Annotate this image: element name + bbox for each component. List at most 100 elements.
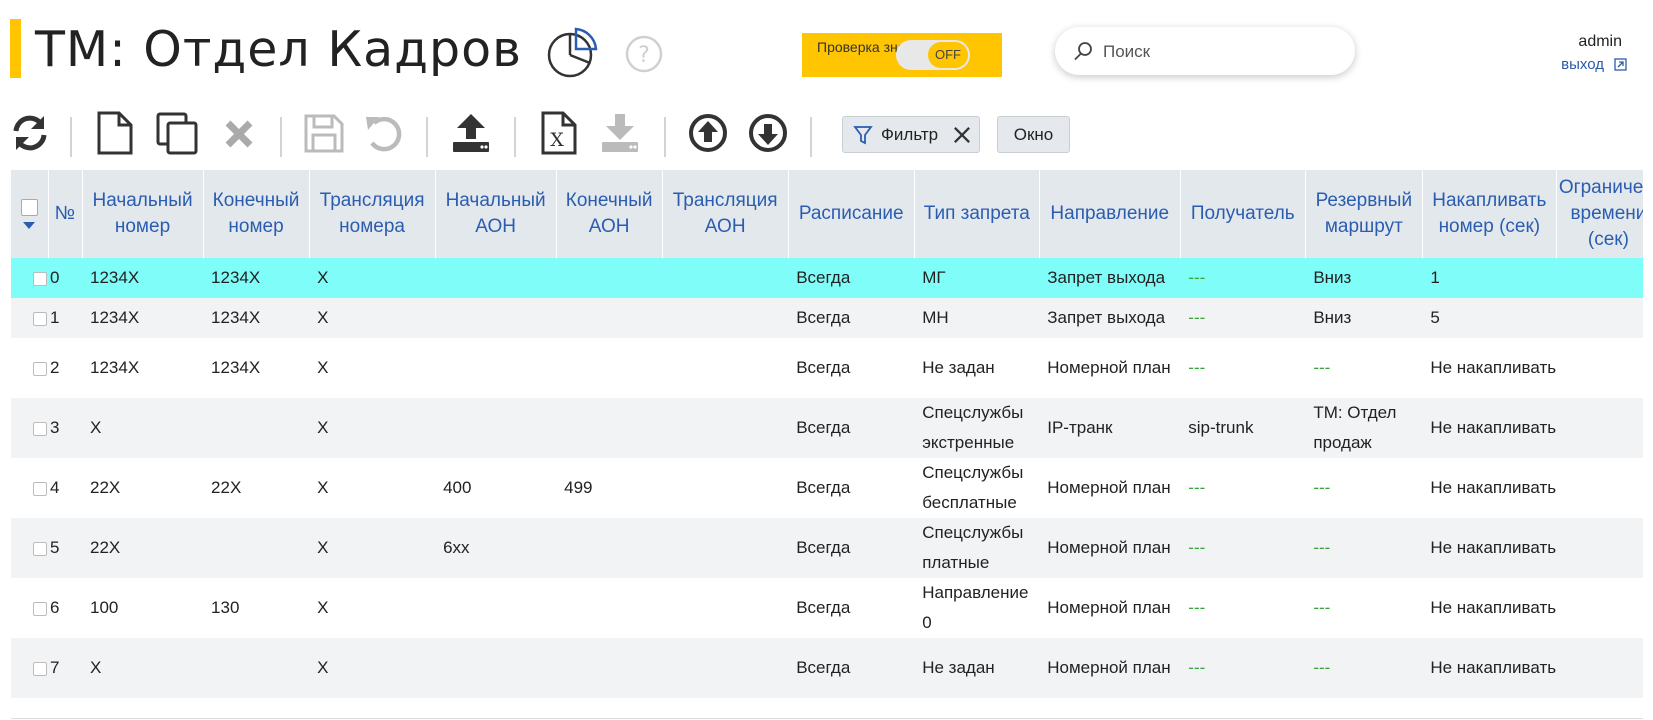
delete-record-button[interactable] bbox=[218, 111, 262, 155]
row-checkbox[interactable] bbox=[33, 271, 47, 286]
row-checkbox[interactable] bbox=[33, 421, 47, 436]
cell-direction: Номерной план bbox=[1047, 658, 1171, 677]
title-accent-bar bbox=[10, 19, 21, 78]
column-header-translation-number[interactable]: Трансляция номера bbox=[309, 170, 436, 258]
cell-start-aon bbox=[435, 338, 556, 398]
refresh-button[interactable] bbox=[8, 111, 52, 155]
cell-translation-aon bbox=[662, 338, 788, 398]
column-header-end-aon[interactable]: Конечный АОН bbox=[556, 170, 663, 258]
window-button[interactable]: Окно bbox=[997, 116, 1070, 153]
cell-start-number: 1234X bbox=[90, 358, 140, 377]
cell-limit bbox=[1556, 578, 1643, 638]
cell-backup-route: --- bbox=[1313, 658, 1331, 677]
table-row[interactable]: 4 22X 22X X 400 499 Всегда Спецслужбы бе… bbox=[11, 458, 1643, 518]
table-row[interactable]: 1 1234X 1234X X Всегда МН Запрет выхода … bbox=[11, 298, 1643, 338]
cell-direction: Номерной план bbox=[1047, 358, 1171, 377]
cell-end-number: 130 bbox=[211, 598, 240, 617]
cell-direction: Номерной план bbox=[1047, 478, 1171, 497]
column-header-limit[interactable]: Ограничение времени (сек) bbox=[1556, 170, 1643, 258]
cell-schedule: Всегда bbox=[796, 308, 851, 327]
column-header-num[interactable]: № bbox=[48, 170, 83, 258]
move-down-button[interactable] bbox=[746, 111, 790, 155]
row-checkbox[interactable] bbox=[33, 661, 47, 676]
cell-schedule: Всегда bbox=[796, 598, 851, 617]
cell-ban-type: Направление 0 bbox=[922, 583, 1029, 632]
cell-backup-route: --- bbox=[1313, 478, 1331, 497]
table-row[interactable]: 2 1234X 1234X X Всегда Не задан Номерной… bbox=[11, 338, 1643, 398]
column-header-translation-aon[interactable]: Трансляция АОН bbox=[662, 170, 789, 258]
move-up-button[interactable] bbox=[686, 111, 730, 155]
column-header-direction[interactable]: Направление bbox=[1039, 170, 1181, 258]
column-header-start-number[interactable]: Начальный номер bbox=[82, 170, 204, 258]
routing-table: № Начальный номер Конечный номер Трансля… bbox=[11, 170, 1643, 705]
close-icon[interactable] bbox=[952, 124, 972, 146]
column-header-start-aon[interactable]: Начальный АОН bbox=[435, 170, 557, 258]
cell-end-number: 1234X bbox=[211, 268, 261, 287]
export-excel-button[interactable]: X bbox=[537, 111, 581, 155]
cell-recipient: --- bbox=[1188, 478, 1206, 497]
page-title: ТМ: Отдел Кадров bbox=[35, 21, 522, 78]
help-icon[interactable]: ? bbox=[625, 35, 663, 73]
column-header-schedule[interactable]: Расписание bbox=[788, 170, 915, 258]
sort-arrow-icon[interactable] bbox=[23, 222, 36, 229]
download-button[interactable] bbox=[598, 111, 642, 155]
cell-accumulate: Не накапливать bbox=[1430, 538, 1557, 557]
column-header-backup-route[interactable]: Резервный маршрут bbox=[1305, 170, 1423, 258]
column-header-end-number[interactable]: Конечный номер bbox=[203, 170, 310, 258]
cell-start-aon: 400 bbox=[443, 478, 472, 497]
cell-translation-aon bbox=[662, 398, 788, 458]
table-row[interactable]: 3 X X Всегда Спецслужбы экстренные IP-тр… bbox=[11, 398, 1643, 458]
column-header-recipient[interactable]: Получатель bbox=[1180, 170, 1306, 258]
cell-schedule: Всегда bbox=[796, 658, 851, 677]
cell-direction: Запрет выхода bbox=[1047, 308, 1166, 327]
new-record-button[interactable] bbox=[93, 111, 137, 155]
logout-link[interactable]: выход bbox=[1561, 56, 1627, 73]
table-row[interactable]: 5 22X X 6xx Всегда Спецслужбы платные Но… bbox=[11, 518, 1643, 578]
row-checkbox[interactable] bbox=[33, 361, 47, 376]
cell-direction: IP-транк bbox=[1047, 418, 1113, 437]
table-header: № Начальный номер Конечный номер Трансля… bbox=[11, 170, 1643, 258]
row-checkbox[interactable] bbox=[33, 541, 47, 556]
cell-limit bbox=[1556, 258, 1643, 298]
filter-button[interactable]: Фильтр bbox=[842, 116, 980, 153]
value-check-panel: Проверка значений OFF bbox=[802, 33, 1002, 77]
cell-end-aon bbox=[556, 518, 662, 578]
cell-schedule: Всегда bbox=[796, 538, 851, 557]
cell-accumulate: Не накапливать bbox=[1430, 358, 1557, 377]
column-header-ban-type[interactable]: Тип запрета bbox=[914, 170, 1040, 258]
select-all-checkbox[interactable] bbox=[20, 199, 38, 216]
row-checkbox[interactable] bbox=[33, 601, 47, 616]
row-checkbox[interactable] bbox=[33, 311, 47, 326]
toolbar-separator bbox=[70, 117, 72, 157]
cell-num: 7 bbox=[50, 658, 60, 677]
copy-record-button[interactable] bbox=[155, 111, 199, 155]
pie-chart-icon[interactable] bbox=[546, 27, 598, 79]
cell-ban-type: МН bbox=[922, 308, 949, 327]
select-all-header[interactable] bbox=[11, 170, 49, 258]
cell-translation-aon bbox=[662, 298, 788, 338]
cell-accumulate: 5 bbox=[1430, 308, 1440, 327]
cell-limit bbox=[1556, 518, 1643, 578]
save-button[interactable] bbox=[302, 111, 346, 155]
cell-translation-number: X bbox=[317, 658, 329, 677]
cell-translation-number: X bbox=[317, 478, 329, 497]
value-check-toggle[interactable]: OFF bbox=[896, 40, 970, 70]
cell-limit bbox=[1556, 298, 1643, 338]
cell-end-number: 22X bbox=[211, 478, 242, 497]
row-checkbox[interactable] bbox=[33, 481, 47, 496]
svg-text:X: X bbox=[550, 129, 564, 151]
toggle-state: OFF bbox=[928, 42, 968, 68]
cell-translation-number: X bbox=[317, 268, 329, 287]
column-header-accumulate[interactable]: Накапливать номер (сек) bbox=[1422, 170, 1557, 258]
upload-button[interactable] bbox=[449, 111, 493, 155]
search-input[interactable] bbox=[1101, 39, 1335, 65]
table-row[interactable]: 6 100 130 X Всегда Направление 0 Номерно… bbox=[11, 578, 1643, 638]
table-row[interactable]: 7 X X Всегда Не задан Номерной план --- … bbox=[11, 638, 1643, 698]
undo-button[interactable] bbox=[362, 111, 406, 155]
table-row[interactable]: 0 1234X 1234X X Всегда МГ Запрет выхода … bbox=[11, 258, 1643, 298]
cell-schedule: Всегда bbox=[796, 418, 851, 437]
cell-accumulate: 1 bbox=[1430, 268, 1440, 287]
cell-translation-aon bbox=[662, 518, 788, 578]
cell-accumulate: Не накапливать bbox=[1430, 418, 1557, 437]
cell-ban-type: Спецслужбы экстренные bbox=[922, 403, 1024, 452]
